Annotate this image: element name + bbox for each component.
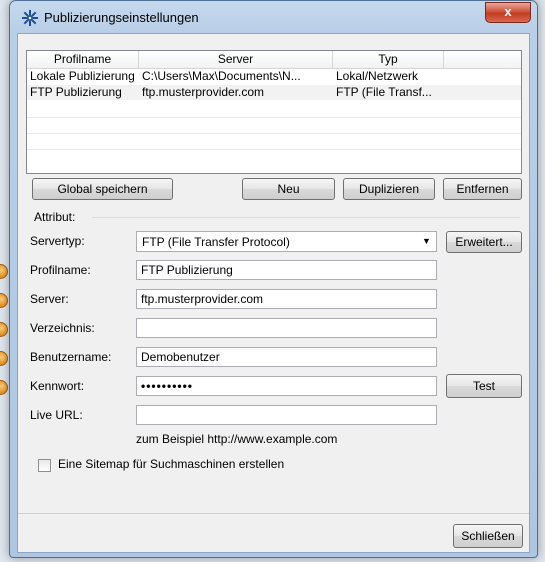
grid-line (27, 149, 521, 150)
marker-dot (0, 351, 8, 366)
cell-profilename: FTP Publizierung (30, 85, 122, 99)
column-header-type[interactable]: Typ (333, 51, 444, 68)
server-field[interactable]: ftp.musterprovider.com (136, 289, 437, 309)
marker-dot (0, 380, 8, 395)
remove-button[interactable]: Entfernen (443, 178, 522, 200)
list-header: Profilname Server Typ (27, 51, 521, 69)
close-button[interactable]: Schließen (453, 524, 523, 548)
new-button[interactable]: Neu (242, 178, 335, 200)
advanced-button[interactable]: Erweitert... (446, 231, 522, 253)
directory-field[interactable] (136, 318, 437, 338)
grid-line (27, 133, 521, 134)
column-header-server[interactable]: Server (139, 51, 333, 68)
dialog-client-area: Profilname Server Typ Lokale Publizierun… (17, 33, 530, 553)
liveurl-field[interactable] (136, 405, 437, 425)
dropdown-arrow-icon[interactable]: ▼ (419, 234, 434, 249)
close-icon: x (504, 4, 512, 19)
liveurl-label: Live URL: (30, 408, 83, 422)
window-title: Publizierungseinstellungen (44, 10, 199, 25)
gear-icon (22, 10, 38, 26)
cell-server: ftp.musterprovider.com (142, 85, 265, 99)
table-row[interactable]: FTP Publizierung ftp.musterprovider.com … (27, 85, 521, 100)
grid-line (27, 117, 521, 118)
test-button[interactable]: Test (446, 374, 522, 398)
username-field[interactable]: Demobenutzer (136, 347, 437, 367)
password-field[interactable]: •••••••••• (136, 376, 437, 396)
marker-dot (0, 322, 8, 337)
title-bar[interactable]: Publizierungseinstellungen x (10, 1, 537, 33)
profilename-label: Profilname: (30, 263, 91, 277)
divider (92, 217, 520, 218)
servertype-value: FTP (File Transfer Protocol) (142, 235, 290, 249)
attribute-group-label: Attribut: (34, 210, 76, 224)
password-label: Kennwort: (30, 379, 85, 393)
cell-profilename: Lokale Publizierung (30, 69, 135, 83)
dialog-window: Publizierungseinstellungen x Profilname … (9, 0, 538, 558)
cell-type: FTP (File Transf... (336, 85, 432, 99)
directory-label: Verzeichnis: (30, 321, 95, 335)
cell-type: Lokal/Netzwerk (336, 69, 419, 83)
liveurl-hint: zum Beispiel http://www.example.com (136, 432, 338, 446)
close-window-button[interactable]: x (485, 2, 531, 23)
server-label: Server: (30, 292, 69, 306)
marker-dot (0, 264, 8, 279)
global-save-button[interactable]: Global speichern (32, 178, 173, 200)
servertype-select[interactable]: FTP (File Transfer Protocol) ▼ (136, 231, 437, 252)
servertype-label: Servertyp: (30, 234, 85, 248)
sitemap-checkbox[interactable] (38, 459, 51, 472)
username-label: Benutzername: (30, 350, 112, 364)
cell-server: C:\Users\Max\Documents\N... (142, 69, 301, 83)
divider (18, 513, 529, 514)
marker-dot (0, 293, 8, 308)
table-row[interactable]: Lokale Publizierung C:\Users\Max\Documen… (27, 69, 521, 84)
column-header-profilename[interactable]: Profilname (27, 51, 139, 68)
profilename-field[interactable]: FTP Publizierung (136, 260, 437, 280)
sitemap-label[interactable]: Eine Sitemap für Suchmaschinen erstellen (58, 457, 284, 471)
profile-list[interactable]: Profilname Server Typ Lokale Publizierun… (26, 50, 522, 174)
duplicate-button[interactable]: Duplizieren (343, 178, 435, 200)
